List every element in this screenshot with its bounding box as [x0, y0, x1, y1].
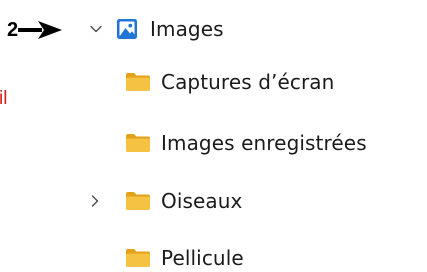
file-explorer-navigation-pane: 2 il Images Captures d’écran Images enre… — [0, 0, 427, 272]
chevron-down-icon[interactable] — [88, 21, 104, 37]
folder-icon — [126, 249, 150, 267]
tree-item-captures-ecran[interactable]: Captures d’écran — [125, 62, 334, 102]
folder-icon — [126, 73, 150, 91]
tree-item-images-enregistrees[interactable]: Images enregistrées — [125, 123, 367, 163]
chevron-right-icon[interactable] — [87, 193, 103, 209]
clipped-side-text: il — [0, 88, 8, 109]
step-annotation: 2 — [7, 14, 63, 46]
folder-icon — [126, 192, 150, 210]
tree-item-label: Pellicule — [161, 246, 244, 270]
pictures-library-icon — [117, 19, 137, 39]
tree-item-label: Images enregistrées — [161, 131, 367, 155]
folder-icon — [126, 134, 150, 152]
tree-item-oiseaux[interactable]: Oiseaux — [125, 181, 243, 221]
tree-item-label: Captures d’écran — [161, 70, 335, 94]
tree-item-label: Oiseaux — [161, 189, 243, 213]
tree-item-images[interactable]: Images — [115, 9, 224, 49]
step-number: 2 — [7, 19, 18, 41]
tree-item-label: Images — [150, 17, 224, 41]
arrow-right-icon — [18, 21, 63, 39]
tree-item-pellicule[interactable]: Pellicule — [125, 238, 244, 272]
